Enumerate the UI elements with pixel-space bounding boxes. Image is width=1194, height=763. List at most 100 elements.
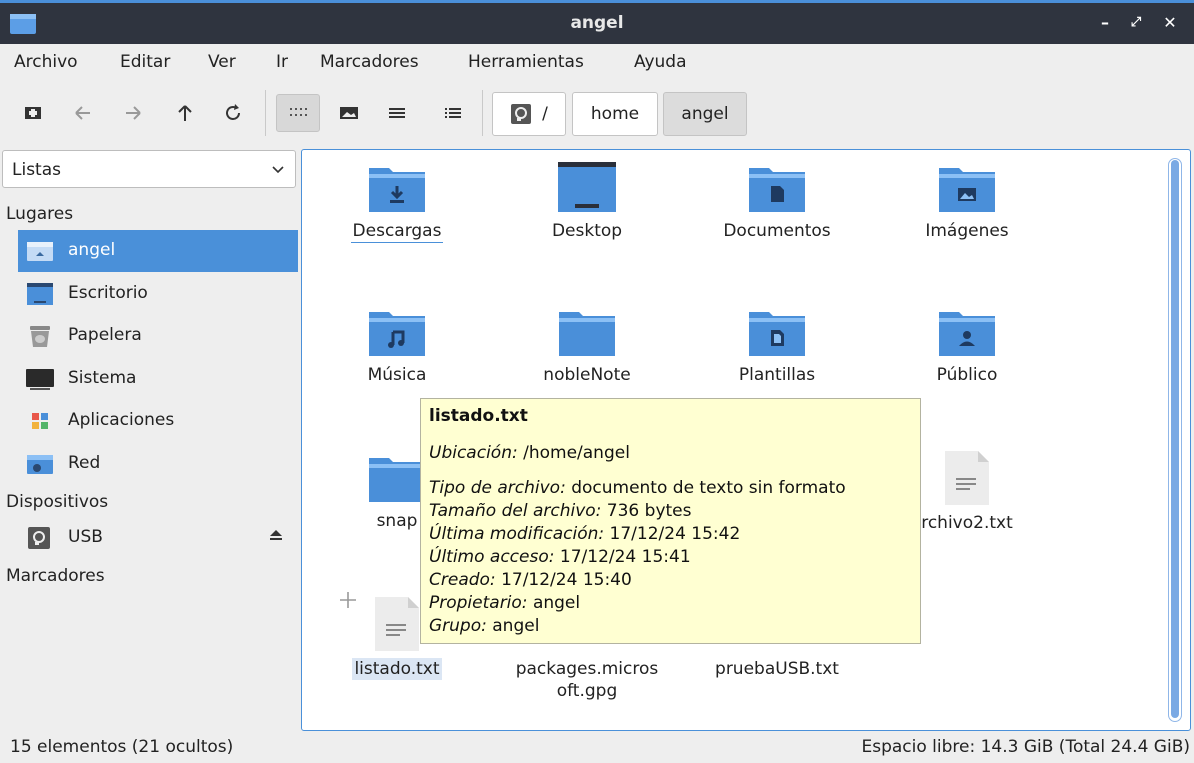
menu-herramientas[interactable]: Herramientas xyxy=(468,52,584,72)
text-file-icon xyxy=(375,597,419,651)
file-name: listado.txt xyxy=(352,658,442,680)
section-lugares: Lugares xyxy=(6,204,74,224)
tooltip-grupo: Grupo: angel xyxy=(429,616,540,636)
network-icon xyxy=(27,455,53,474)
sidebar-item-papelera[interactable]: Papelera xyxy=(18,315,298,357)
file-info-tooltip: listado.txt Ubicación: /home/angel Tipo … xyxy=(420,398,921,644)
sidebar-mode-label: Listas xyxy=(12,160,61,180)
desktop-icon xyxy=(558,162,616,212)
file-item-plantillas[interactable]: Plantillas xyxy=(692,306,862,386)
scrollbar-thumb[interactable] xyxy=(1171,160,1179,718)
sidebar-item-red[interactable]: Red xyxy=(18,443,298,485)
tooltip-tamano: Tamaño del archivo: 736 bytes xyxy=(429,501,692,521)
status-free-space: Espacio libre: 14.3 GiB (Total 24.4 GiB) xyxy=(861,737,1190,757)
menu-ver[interactable]: Ver xyxy=(208,52,236,72)
breadcrumb-home[interactable]: home xyxy=(572,92,658,136)
up-arrow-icon[interactable] xyxy=(168,94,202,132)
sidebar: Listas Lugares angel Escritorio Papelera… xyxy=(0,148,300,732)
window-title: angel xyxy=(570,13,624,33)
close-button[interactable]: ✕ xyxy=(1158,11,1182,35)
menu-archivo[interactable]: Archivo xyxy=(14,52,78,72)
tooltip-ubicacion: Ubicación: /home/angel xyxy=(429,443,630,463)
file-name: Plantillas xyxy=(738,365,816,385)
folder-icon xyxy=(369,458,425,502)
tooltip-title: listado.txt xyxy=(429,406,528,426)
sidebar-item-sistema[interactable]: Sistema xyxy=(18,358,298,400)
reload-icon[interactable] xyxy=(216,94,250,132)
file-item-documentos[interactable]: Documentos xyxy=(692,162,862,242)
detailed-list-icon[interactable] xyxy=(436,94,470,132)
toolbar-separator xyxy=(265,90,266,136)
breadcrumb-root[interactable]: / xyxy=(492,92,566,136)
file-name: Descargas xyxy=(350,221,444,243)
sidebar-item-angel[interactable]: angel xyxy=(18,230,298,272)
sidebar-item-label: angel xyxy=(68,240,116,260)
title-bar: angel – ⤢ ✕ xyxy=(0,0,1194,44)
sidebar-item-escritorio[interactable]: Escritorio xyxy=(18,273,298,315)
applications-icon xyxy=(32,413,48,429)
sidebar-item-label: Aplicaciones xyxy=(68,410,175,430)
section-dispositivos: Dispositivos xyxy=(6,492,109,512)
file-item-musica[interactable]: Música xyxy=(312,306,482,386)
toolbar: / home angel xyxy=(0,80,1194,148)
file-name: snap xyxy=(376,511,418,531)
eject-icon[interactable] xyxy=(268,527,284,543)
sidebar-item-label: Escritorio xyxy=(68,283,148,303)
documents-folder-icon xyxy=(749,168,805,212)
file-name: Música xyxy=(367,365,427,385)
file-name: Documentos xyxy=(723,221,831,241)
menu-bar: Archivo Editar Ver Ir Marcadores Herrami… xyxy=(0,44,1194,80)
new-tab-icon[interactable] xyxy=(16,94,50,132)
file-name: nobleNote xyxy=(543,365,631,385)
menu-marcadores[interactable]: Marcadores xyxy=(320,52,419,72)
back-arrow-icon[interactable] xyxy=(66,94,100,132)
trash-icon xyxy=(30,326,50,347)
file-item-noblenote[interactable]: nobleNote xyxy=(502,306,672,386)
thumbnail-view-icon[interactable] xyxy=(332,94,366,132)
tooltip-tipo: Tipo de archivo: documento de texto sin … xyxy=(429,478,846,498)
harddisk-icon xyxy=(511,104,532,124)
status-bar: 15 elementos (21 ocultos) Espacio libre:… xyxy=(0,732,1194,763)
minimize-button[interactable]: – xyxy=(1093,11,1117,35)
usb-drive-icon xyxy=(28,527,50,549)
status-item-count: 15 elementos (21 ocultos) xyxy=(10,737,234,757)
download-folder-icon xyxy=(369,168,425,212)
file-item-descargas[interactable]: Descargas xyxy=(312,162,482,243)
computer-icon xyxy=(26,369,54,390)
file-name: Público xyxy=(936,365,998,385)
menu-ayuda[interactable]: Ayuda xyxy=(634,52,687,72)
file-item-publico[interactable]: Público xyxy=(882,306,1052,386)
breadcrumb-angel[interactable]: angel xyxy=(663,92,747,136)
file-name: rchivo2.txt xyxy=(921,513,1013,533)
file-name: packages.micros oft.gpg xyxy=(515,659,659,701)
file-name: Imágenes xyxy=(925,221,1009,241)
sidebar-item-usb[interactable]: USB xyxy=(18,517,298,559)
file-name: Desktop xyxy=(551,221,623,241)
compact-view-icon[interactable] xyxy=(380,94,414,132)
menu-editar[interactable]: Editar xyxy=(120,52,170,72)
music-folder-icon xyxy=(369,312,425,356)
forward-arrow-icon[interactable] xyxy=(116,94,150,132)
desktop-icon xyxy=(27,283,53,305)
tooltip-acceso: Último acceso: 17/12/24 15:41 xyxy=(429,547,691,567)
file-item-imagenes[interactable]: Imágenes xyxy=(882,162,1052,242)
sidebar-item-label: Sistema xyxy=(68,368,137,388)
maximize-button[interactable]: ⤢ xyxy=(1124,11,1148,35)
sidebar-item-label: Papelera xyxy=(68,325,142,345)
file-name: pruebaUSB.txt xyxy=(715,659,839,679)
sidebar-mode-select[interactable]: Listas xyxy=(2,150,296,188)
sidebar-item-aplicaciones[interactable]: Aplicaciones xyxy=(18,400,298,442)
breadcrumb-root-label: / xyxy=(542,104,548,124)
home-folder-icon xyxy=(27,242,53,261)
file-item-desktop[interactable]: Desktop xyxy=(502,162,672,242)
pictures-folder-icon xyxy=(939,168,995,212)
sidebar-item-label: Red xyxy=(68,453,101,473)
text-file-icon xyxy=(945,451,989,505)
menu-ir[interactable]: Ir xyxy=(276,52,288,72)
section-marcadores: Marcadores xyxy=(6,566,105,586)
sidebar-item-label: USB xyxy=(68,527,103,547)
folder-icon xyxy=(559,312,615,356)
tooltip-creado: Creado: 17/12/24 15:40 xyxy=(429,570,632,590)
tooltip-modificacion: Última modificación: 17/12/24 15:42 xyxy=(429,524,741,544)
icon-view-icon[interactable] xyxy=(276,94,320,132)
